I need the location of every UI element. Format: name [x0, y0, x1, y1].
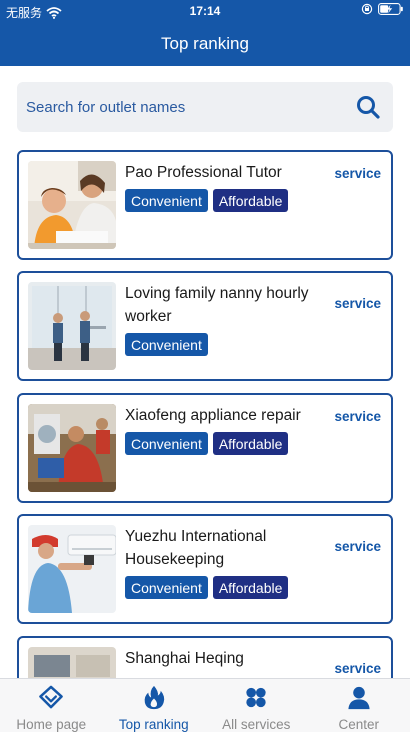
tag-convenient: Convenient: [125, 333, 208, 356]
listing-title: Pao Professional Tutor: [125, 164, 282, 181]
battery-charging-icon: [378, 3, 403, 15]
status-right: [361, 3, 404, 15]
person-icon: [348, 686, 370, 710]
tag-affordable: Affordable: [212, 432, 289, 455]
tag-convenient: Convenient: [125, 576, 208, 599]
service-link[interactable]: service: [334, 409, 381, 424]
listing-tags: Convenient Affordable: [125, 576, 289, 599]
listing-card[interactable]: Xiaofeng appliance repair service Conven…: [17, 393, 393, 503]
tag-convenient: Convenient: [125, 432, 208, 455]
listing-title: Shanghai Heqing: [125, 650, 244, 667]
content-area: Search for outlet names Pao Professional…: [0, 66, 410, 678]
service-link[interactable]: service: [334, 661, 381, 676]
listing-title: Xiaofeng appliance repair: [125, 407, 301, 424]
search-icon[interactable]: [355, 94, 381, 120]
service-link[interactable]: service: [334, 539, 381, 554]
tag-affordable: Affordable: [212, 189, 289, 212]
tab-label: Home page: [16, 717, 87, 732]
listing-tags: Convenient Affordable: [125, 189, 289, 212]
tab-label: All services: [222, 717, 291, 732]
tab-top-ranking[interactable]: Top ranking: [103, 679, 206, 732]
listing-tags: Convenient Affordable: [125, 432, 289, 455]
listing-photo-housekeeping: [28, 525, 116, 613]
service-link[interactable]: service: [334, 296, 381, 311]
search-input[interactable]: Search for outlet names: [26, 99, 355, 116]
service-link[interactable]: service: [334, 166, 381, 181]
listing-photo-appliance-repair: [28, 404, 116, 492]
tag-affordable: Affordable: [212, 576, 289, 599]
nav-bar: Top ranking: [0, 22, 410, 66]
tab-home-page[interactable]: Home page: [0, 679, 103, 732]
clock-time: 17:14: [189, 4, 221, 18]
tag-convenient: Convenient: [125, 189, 208, 212]
listing-photo-renovation: [28, 647, 116, 678]
status-bar: 无服务 17:14: [0, 0, 410, 22]
grid-icon: [246, 687, 266, 708]
listing-card[interactable]: Pao Professional Tutor service Convenien…: [17, 150, 393, 260]
listing-title: Loving family nanny hourly worker: [125, 285, 309, 325]
flame-icon: [144, 685, 164, 710]
listing-title: Yuezhu International Housekeeping: [125, 528, 267, 568]
tab-bar: Home page Top ranking All services Cente…: [0, 678, 410, 732]
page-title: Top ranking: [161, 34, 249, 53]
listing-photo-tutor: [28, 161, 116, 249]
search-bar[interactable]: Search for outlet names: [17, 82, 393, 132]
tab-all-services[interactable]: All services: [205, 679, 308, 732]
diamond-icon: [39, 685, 64, 709]
listing-card[interactable]: Shanghai Heqing service: [17, 636, 393, 678]
listing-photo-nanny: [28, 282, 116, 370]
orientation-lock-icon: [361, 3, 373, 15]
listing-card[interactable]: Yuezhu International Housekeeping servic…: [17, 514, 393, 624]
tab-label: Top ranking: [118, 717, 189, 732]
listing-card[interactable]: Loving family nanny hourly worker servic…: [17, 271, 393, 381]
tab-label: Center: [338, 717, 380, 732]
listing-tags: Convenient: [125, 333, 208, 356]
tab-center[interactable]: Center: [308, 679, 410, 732]
